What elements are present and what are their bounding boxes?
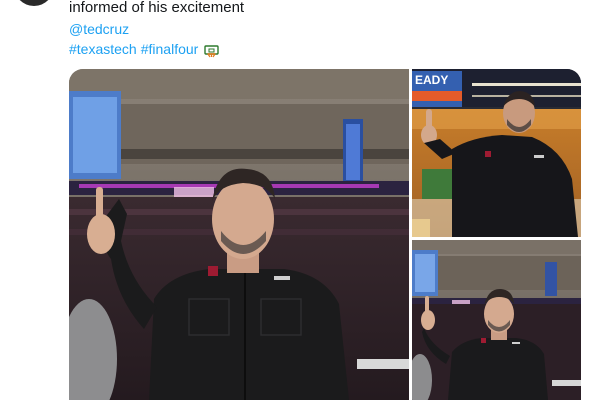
hashtag-row: #texastech #finalfour	[69, 40, 220, 58]
mention-link[interactable]: @tedcruz	[69, 20, 129, 38]
tweet-text: informed of his excitement	[69, 0, 245, 16]
hashtag-finalfour[interactable]: #finalfour	[141, 40, 199, 58]
bottom-right-photo[interactable]	[412, 240, 581, 400]
top-right-photo[interactable]: EADY	[412, 69, 581, 237]
basketball-hoop-icon	[204, 44, 220, 57]
avatar[interactable]	[14, 0, 54, 6]
main-photo[interactable]	[69, 69, 409, 400]
media-grid: EADY	[69, 69, 581, 400]
tweet-card: informed of his excitement @tedcruz #tex…	[0, 0, 600, 400]
hashtag-texastech[interactable]: #texastech	[69, 40, 137, 58]
scoreboard-text: EADY	[415, 73, 448, 87]
